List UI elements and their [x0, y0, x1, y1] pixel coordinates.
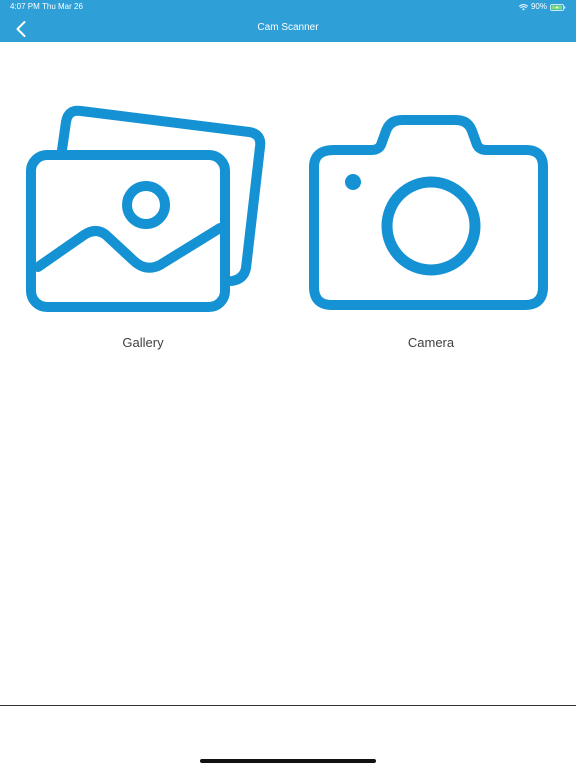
- camera-icon: [309, 115, 548, 310]
- battery-percent: 90%: [530, 2, 547, 11]
- bottom-divider: [0, 705, 576, 706]
- gallery-label: Gallery: [122, 335, 164, 350]
- home-indicator[interactable]: [200, 759, 376, 763]
- page-title: Cam Scanner: [257, 22, 319, 33]
- wifi-icon: [518, 3, 528, 10]
- gallery-icon: [26, 105, 266, 312]
- gallery-option[interactable]: Gallery: [18, 95, 268, 355]
- camera-label: Camera: [407, 335, 455, 350]
- status-time: 4:07 PM: [10, 2, 40, 11]
- cam-scanner-screen: 4:07 PM Thu Mar 26 90% Cam Scanner Galle…: [0, 0, 576, 768]
- top-bar: 4:07 PM Thu Mar 26 90% Cam Scanner: [0, 0, 576, 42]
- camera-option[interactable]: Camera: [306, 95, 556, 355]
- navigation-bar: Cam Scanner: [0, 14, 576, 42]
- status-bar: 4:07 PM Thu Mar 26 90%: [0, 0, 576, 14]
- status-date: Thu Mar 26: [42, 2, 83, 11]
- status-indicators: 90%: [518, 0, 566, 14]
- battery-charging-icon: [550, 3, 566, 11]
